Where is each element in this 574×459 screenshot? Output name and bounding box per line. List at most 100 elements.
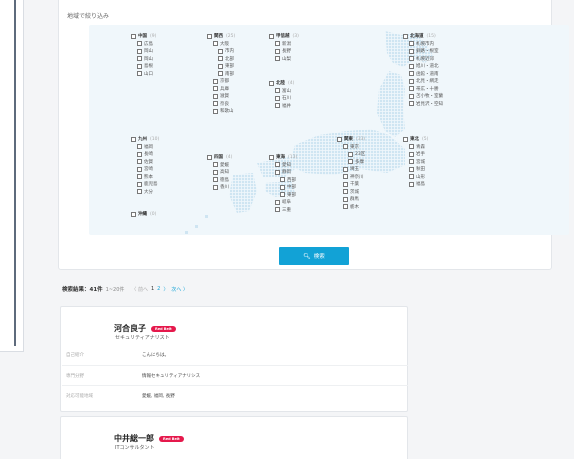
prefecture-checkbox[interactable]: 三重 bbox=[275, 207, 297, 213]
prefecture-checkbox[interactable]: 釧路・根室 bbox=[409, 48, 443, 54]
prefecture-checkbox[interactable]: 函館・道南 bbox=[409, 71, 443, 77]
checkbox-icon bbox=[137, 174, 142, 179]
prefecture-label: 岐阜 bbox=[282, 200, 291, 205]
region-checkbox[interactable]: 沖縄 (0) bbox=[131, 211, 156, 217]
region-checkbox[interactable]: 甲信越 (3) bbox=[269, 33, 299, 39]
prefecture-checkbox[interactable]: 帯広・十勝 bbox=[409, 86, 443, 92]
prefecture-checkbox[interactable]: 岡山 bbox=[137, 56, 156, 62]
prefecture-checkbox[interactable]: 宮崎 bbox=[137, 166, 159, 172]
prefecture-checkbox[interactable]: 札幌市内 bbox=[409, 41, 443, 47]
prefecture-checkbox[interactable]: 群馬 bbox=[343, 196, 365, 202]
prefecture-label: 福井 bbox=[282, 103, 291, 109]
prefecture-label: 大阪 bbox=[220, 41, 229, 47]
prefecture-checkbox[interactable]: 滋賀 bbox=[213, 93, 235, 99]
prefecture-checkbox[interactable]: 新潟 bbox=[275, 41, 299, 47]
prefecture-checkbox[interactable]: 札幌近郊 bbox=[409, 56, 443, 62]
prefecture-checkbox[interactable]: 福井 bbox=[275, 103, 294, 109]
prefecture-checkbox[interactable]: 香川 bbox=[213, 184, 232, 190]
prefecture-checkbox[interactable]: 南部 bbox=[218, 71, 235, 77]
prefecture-checkbox[interactable]: 愛知 bbox=[275, 162, 297, 168]
expert-card[interactable]: 河合良子 Red Belt セキュリティアナリスト 自己紹介 こんにちは。 専門… bbox=[60, 306, 408, 412]
prefecture-label: 大分 bbox=[144, 189, 153, 195]
expert-card[interactable]: 中井総一郎 Red Belt ITコンサルタント bbox=[60, 416, 408, 459]
region-checkbox[interactable]: 関東 (33) bbox=[337, 136, 365, 142]
prefecture-checkbox[interactable]: 苫小牧・室蘭 bbox=[409, 93, 443, 99]
prefecture-checkbox[interactable]: 島根 bbox=[137, 63, 156, 69]
checkbox-icon bbox=[275, 169, 280, 175]
prefecture-checkbox[interactable]: 静岡 bbox=[275, 169, 297, 175]
prefecture-checkbox[interactable]: 熊本 bbox=[137, 174, 159, 180]
prefecture-checkbox[interactable]: 秋田 bbox=[409, 166, 428, 172]
prev-page-link[interactable]: 〈 前へ bbox=[131, 286, 148, 293]
region-checkbox[interactable]: 四国 (4) bbox=[207, 154, 232, 160]
region-checkbox[interactable]: 九州 (10) bbox=[131, 136, 159, 142]
prefecture-checkbox[interactable]: 茨城 bbox=[343, 189, 365, 195]
prefecture-label: 佐賀 bbox=[144, 159, 153, 165]
prefecture-checkbox[interactable]: 東京 bbox=[343, 144, 365, 150]
checkbox-icon bbox=[409, 93, 414, 99]
prefecture-checkbox[interactable]: 兵庫 bbox=[213, 86, 235, 92]
prefecture-checkbox[interactable]: 東部 bbox=[280, 192, 297, 198]
prefecture-checkbox[interactable]: 23区 bbox=[348, 151, 365, 157]
prefecture-label: 鹿児島 bbox=[144, 182, 158, 187]
prefecture-checkbox[interactable]: 多摩 bbox=[348, 159, 365, 165]
prefecture-checkbox[interactable]: 山口 bbox=[137, 71, 156, 77]
prefecture-checkbox[interactable]: 高知 bbox=[213, 169, 232, 175]
prefecture-checkbox[interactable]: 愛媛 bbox=[213, 162, 232, 168]
prefecture-checkbox[interactable]: 京都 bbox=[213, 78, 235, 84]
prefecture-checkbox[interactable]: 大分 bbox=[137, 189, 159, 195]
prefecture-checkbox[interactable]: 西部 bbox=[280, 177, 297, 183]
page-separator: 〉 bbox=[163, 286, 169, 293]
prefecture-checkbox[interactable]: 大阪 bbox=[213, 41, 235, 47]
search-button[interactable]: 🔍︎ 検索 bbox=[279, 247, 349, 265]
prefecture-checkbox[interactable]: 奈良 bbox=[213, 101, 235, 107]
prefecture-checkbox[interactable]: 東部 bbox=[218, 63, 235, 69]
region-checkbox[interactable]: 中国 (9) bbox=[131, 33, 156, 39]
region-checkbox[interactable]: 東北 (5) bbox=[403, 136, 428, 142]
prefecture-checkbox[interactable]: 栃木 bbox=[343, 204, 365, 210]
prefecture-checkbox[interactable]: 青森 bbox=[409, 144, 428, 150]
prefecture-checkbox[interactable]: 岡山 bbox=[137, 48, 156, 54]
prefecture-checkbox[interactable]: 岐阜 bbox=[275, 199, 297, 205]
page-link-1[interactable]: 1 bbox=[151, 286, 154, 292]
region-checkbox[interactable]: 北海道 (15) bbox=[403, 33, 443, 39]
checkbox-icon bbox=[137, 159, 142, 164]
region-checkbox[interactable]: 東海 (13) bbox=[269, 154, 297, 160]
prefecture-checkbox[interactable]: 長野 bbox=[275, 48, 299, 54]
prefecture-checkbox[interactable]: 岩見沢・空知 bbox=[409, 101, 443, 107]
expert-title: セキュリティアナリスト bbox=[115, 335, 170, 341]
prefecture-checkbox[interactable]: 北部 bbox=[218, 56, 235, 62]
prefecture-checkbox[interactable]: 徳島 bbox=[213, 177, 232, 183]
belt-badge: Red Belt bbox=[159, 435, 184, 442]
page-link-2[interactable]: 2 bbox=[157, 286, 160, 292]
prefecture-checkbox[interactable]: 市内 bbox=[218, 48, 235, 54]
japan-map-image bbox=[185, 31, 433, 234]
prefecture-checkbox[interactable]: 長崎 bbox=[137, 151, 159, 157]
prefecture-checkbox[interactable]: 佐賀 bbox=[137, 159, 159, 165]
region-checkbox[interactable]: 関西 (25) bbox=[207, 33, 235, 39]
prefecture-checkbox[interactable]: 岩手 bbox=[409, 151, 428, 157]
checkbox-icon bbox=[343, 189, 348, 194]
prefecture-checkbox[interactable]: 広島 bbox=[137, 41, 156, 47]
prefecture-checkbox[interactable]: 富山 bbox=[275, 88, 294, 94]
prefecture-checkbox[interactable]: 中部 bbox=[280, 184, 297, 190]
prefecture-checkbox[interactable]: 福岡 bbox=[137, 144, 159, 150]
prefecture-label: 高知 bbox=[220, 170, 229, 175]
row-value: 情報セキュリティアナリシス bbox=[142, 373, 201, 379]
prefecture-label: 函館・道南 bbox=[416, 71, 439, 77]
prefecture-checkbox[interactable]: 埼玉 bbox=[343, 166, 365, 172]
prefecture-checkbox[interactable]: 和歌山 bbox=[213, 108, 235, 114]
prefecture-checkbox[interactable]: 千葉 bbox=[343, 181, 365, 187]
prefecture-checkbox[interactable]: 北見・網走 bbox=[409, 78, 443, 84]
prefecture-checkbox[interactable]: 神奈川 bbox=[343, 174, 365, 180]
prefecture-checkbox[interactable]: 宮城 bbox=[409, 159, 428, 165]
next-page-link[interactable]: 次へ 〉 bbox=[171, 286, 188, 293]
prefecture-checkbox[interactable]: 山形 bbox=[409, 174, 428, 180]
prefecture-checkbox[interactable]: 山梨 bbox=[275, 56, 299, 62]
prefecture-checkbox[interactable]: 石川 bbox=[275, 95, 294, 101]
prefecture-checkbox[interactable]: 福島 bbox=[409, 181, 428, 187]
prefecture-checkbox[interactable]: 旭川・道北 bbox=[409, 63, 443, 69]
region-checkbox[interactable]: 北陸 (4) bbox=[269, 80, 294, 86]
prefecture-label: 和歌山 bbox=[220, 109, 234, 114]
prefecture-checkbox[interactable]: 鹿児島 bbox=[137, 181, 159, 187]
